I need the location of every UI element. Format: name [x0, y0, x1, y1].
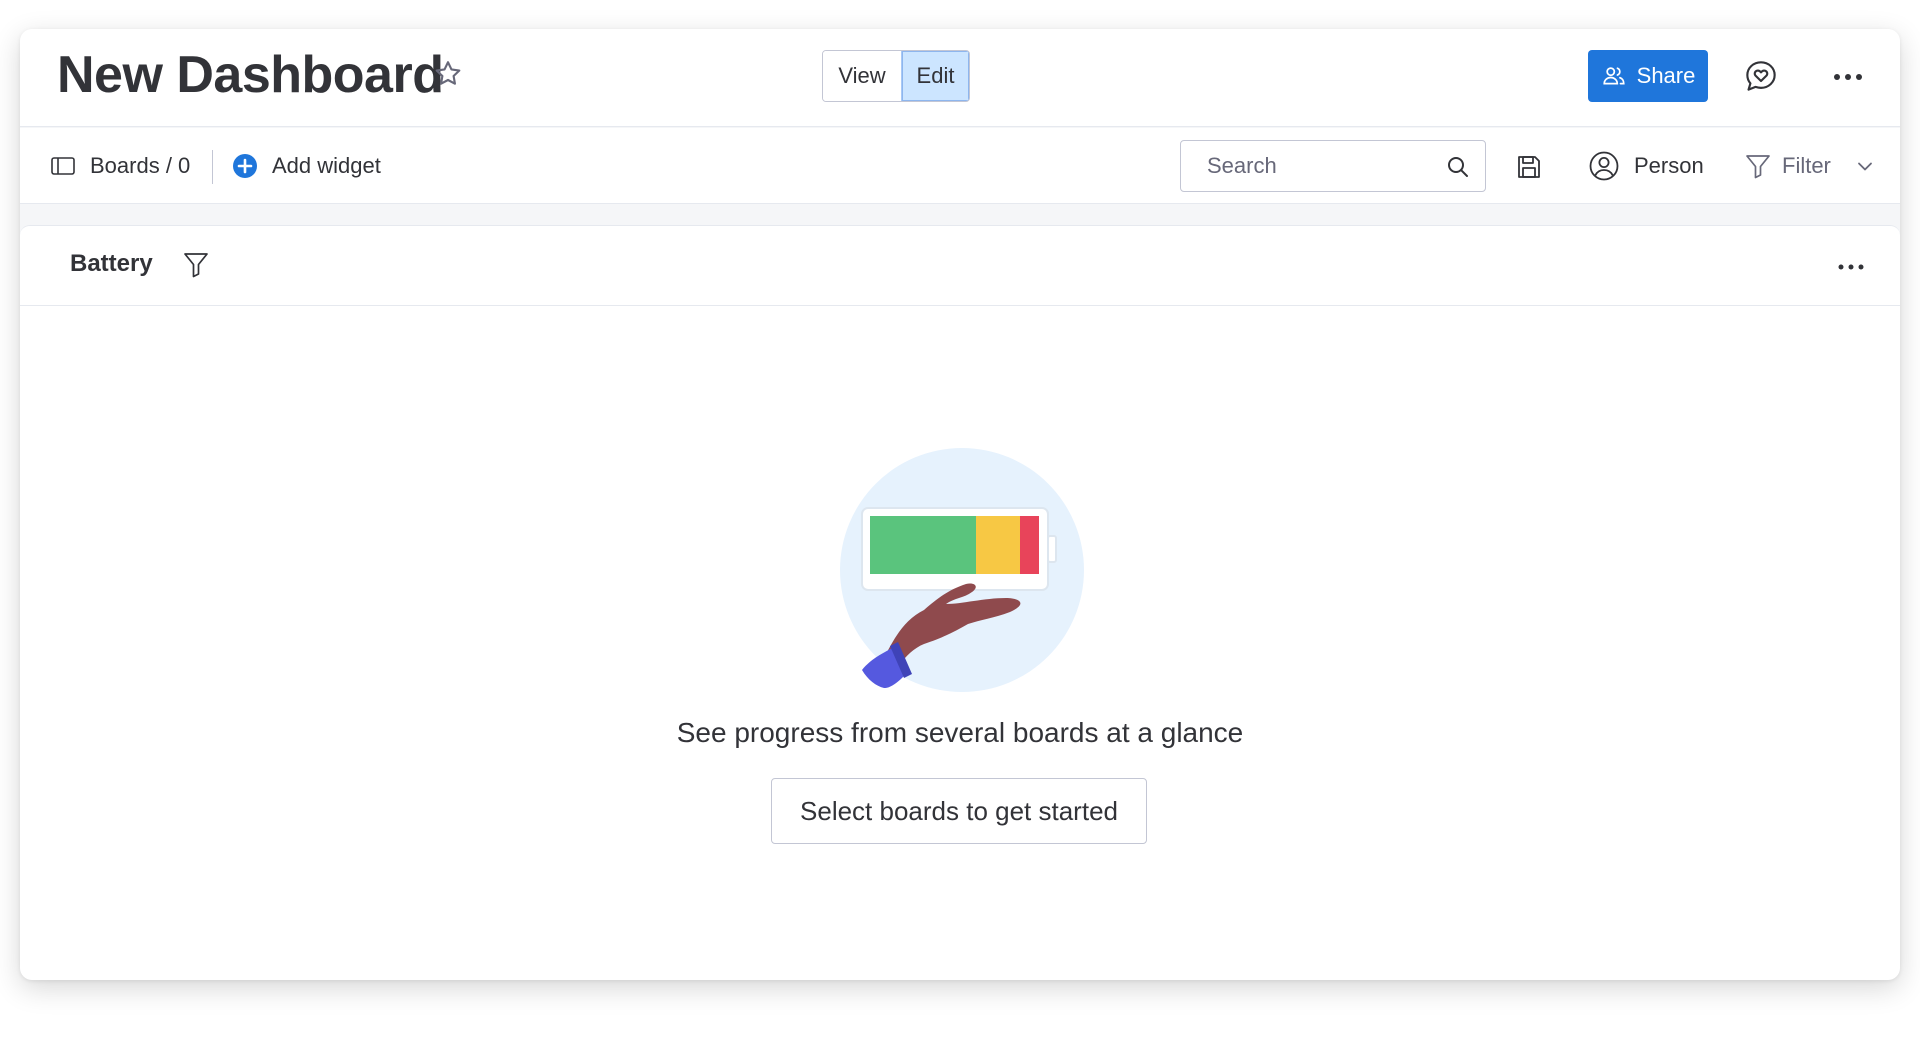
- add-circle-icon: [233, 154, 257, 178]
- search-icon[interactable]: [1445, 154, 1471, 180]
- search-box: [1180, 140, 1486, 192]
- update-heart-icon[interactable]: [1742, 57, 1780, 95]
- filter-button[interactable]: Filter: [1744, 148, 1875, 184]
- funnel-icon[interactable]: [182, 250, 210, 280]
- star-icon[interactable]: [432, 58, 464, 90]
- view-edit-toggle: View Edit: [822, 50, 970, 102]
- boards-button[interactable]: Boards / 0: [50, 148, 190, 184]
- empty-state-message: See progress from several boards at a gl…: [676, 717, 1244, 748]
- chevron-down-icon[interactable]: [1855, 156, 1875, 176]
- person-label: Person: [1634, 153, 1704, 178]
- more-horizontal-icon[interactable]: [1830, 59, 1866, 95]
- toolbar-divider: [212, 150, 213, 184]
- share-button[interactable]: Share: [1588, 50, 1708, 102]
- share-label: Share: [1636, 63, 1696, 88]
- board-panel-icon: [51, 157, 75, 175]
- view-mode-button[interactable]: View: [823, 51, 901, 101]
- dashboard-header: New Dashboard View Edit Share: [20, 29, 1900, 127]
- people-icon: [1603, 67, 1625, 85]
- save-icon[interactable]: [1514, 152, 1544, 182]
- battery-hand-illustration: [840, 448, 1084, 692]
- add-widget-label: Add widget: [272, 153, 381, 178]
- edit-mode-button[interactable]: Edit: [901, 51, 969, 101]
- person-filter-button[interactable]: Person: [1588, 148, 1704, 184]
- filter-label: Filter: [1782, 153, 1831, 178]
- add-widget-button[interactable]: Add widget: [232, 148, 381, 184]
- dashboard-toolbar: Boards / 0 Add widget Search Person Filt…: [20, 128, 1900, 204]
- search-input[interactable]: [1181, 141, 1485, 191]
- boards-label: Boards / 0: [90, 153, 191, 178]
- more-horizontal-icon[interactable]: [1834, 250, 1868, 284]
- widget-title: Battery: [70, 250, 153, 277]
- widget-header: Battery: [20, 226, 1900, 306]
- select-boards-button[interactable]: Select boards to get started: [771, 778, 1147, 844]
- funnel-icon: [1746, 155, 1770, 179]
- page-title: New Dashboard: [57, 46, 444, 104]
- battery-widget: Battery See progress from several boards…: [20, 225, 1900, 980]
- person-circle-icon: [1589, 151, 1619, 181]
- dashboard-window: New Dashboard View Edit Share Boards / 0…: [20, 29, 1900, 980]
